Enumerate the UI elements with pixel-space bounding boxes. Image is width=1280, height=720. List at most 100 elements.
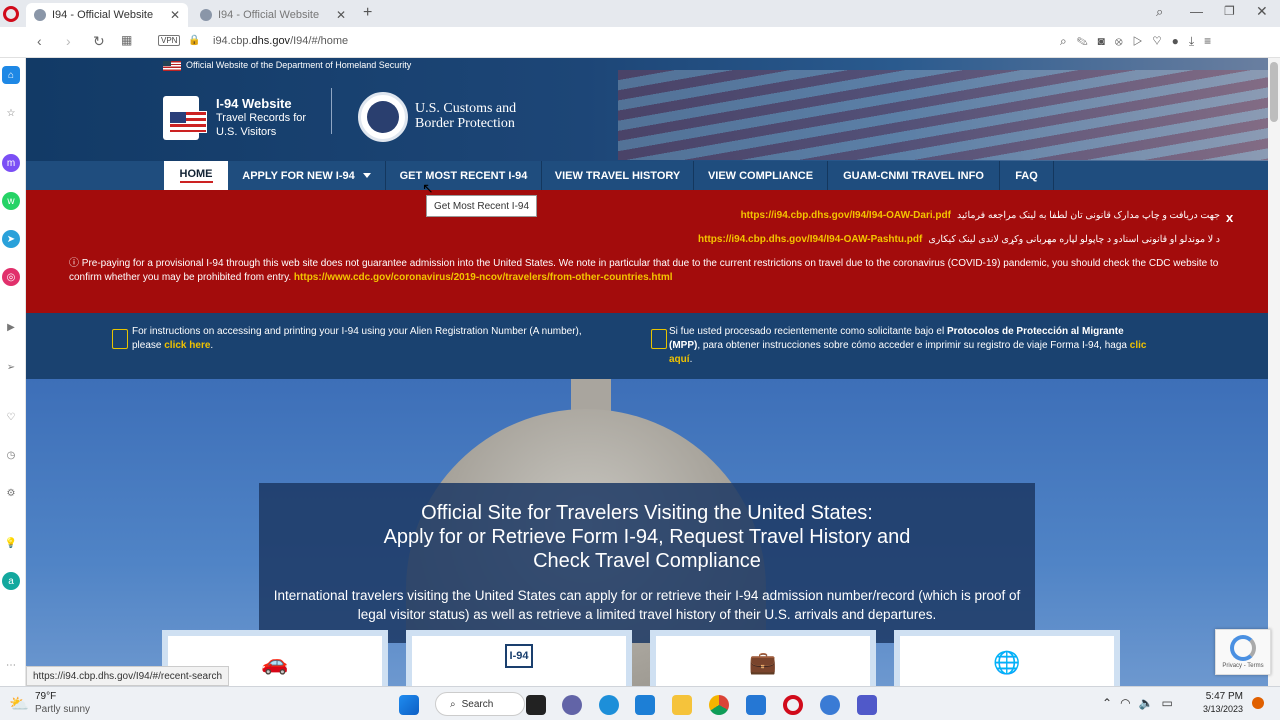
notification-badge-icon[interactable] <box>1252 697 1264 709</box>
page-scrollbar[interactable] <box>1268 58 1280 686</box>
block-icon[interactable]: ⊗ <box>1115 34 1133 48</box>
home-icon[interactable]: ⌂ <box>2 66 20 84</box>
pashtu-pdf-link[interactable]: https://i94.cbp.dhs.gov/I94/I94-OAW-Pash… <box>698 234 922 245</box>
settings-icon[interactable]: ⚙ <box>2 484 20 502</box>
volume-icon[interactable]: 🔈 <box>1139 696 1162 710</box>
store-icon[interactable] <box>635 695 655 715</box>
nav-guam-cnmi[interactable]: GUAM-CNMI TRAVEL INFO <box>828 161 1000 190</box>
close-window-button[interactable]: ✕ <box>1256 3 1268 20</box>
weather-icon[interactable]: ⛅ <box>9 694 29 714</box>
new-tab-button[interactable]: + <box>363 4 372 22</box>
tab-title: I94 - Official Website <box>218 9 320 21</box>
telegram-icon[interactable]: ➤ <box>2 230 20 248</box>
close-alert-button[interactable]: x <box>1226 210 1233 225</box>
card-apply-i94[interactable]: I-94 <box>406 630 632 686</box>
browser-tab[interactable]: I94 - Official Website ✕ <box>192 3 354 27</box>
minimize-button[interactable]: — <box>1190 4 1203 19</box>
taskbar-search[interactable]: ⌕ Search <box>435 692 525 716</box>
search-icon[interactable]: ⌕ <box>1060 34 1077 48</box>
profile-icon[interactable]: ● <box>1172 34 1189 48</box>
browser-tab-active[interactable]: I94 - Official Website ✕ <box>26 3 188 27</box>
chevron-up-icon[interactable]: ⌃ <box>1102 696 1120 710</box>
nav-get-most-recent-i94[interactable]: GET MOST RECENT I-94 <box>386 161 542 190</box>
toolbar-icons: ⌕✎◙⊗▷♡●⤓≡ <box>1060 34 1221 49</box>
player-icon[interactable]: ▶ <box>2 318 20 336</box>
card-travel-history[interactable]: 💼 <box>650 630 876 686</box>
site-header: Official Website of the Department of Ho… <box>26 58 1268 161</box>
aria-icon[interactable]: a <box>2 572 20 590</box>
opera-taskbar-icon[interactable] <box>783 695 803 715</box>
teams-chat-icon[interactable] <box>562 695 582 715</box>
vpn-badge[interactable]: VPN <box>158 35 181 46</box>
nav-apply-new-i94[interactable]: APPLY FOR NEW I-94 <box>228 161 386 190</box>
speed-dial-icon[interactable]: ☆ <box>2 104 20 122</box>
heart-icon[interactable]: ♡ <box>2 408 20 426</box>
instructions-bar: For instructions on accessing and printi… <box>26 313 1268 379</box>
logo-divider <box>331 88 332 134</box>
back-button[interactable]: ‹ <box>37 33 42 49</box>
whatsapp-icon[interactable]: w <box>2 192 20 210</box>
tab-grid-icon[interactable]: ▦ <box>121 33 132 47</box>
clock-time[interactable]: 5:47 PM <box>1195 691 1243 702</box>
dari-pdf-link[interactable]: https://i94.cbp.dhs.gov/I94/I94-OAW-Dari… <box>741 210 951 221</box>
opera-logo-icon[interactable] <box>3 6 19 22</box>
close-tab-icon[interactable]: ✕ <box>170 8 180 22</box>
site-favicon-icon <box>200 9 212 21</box>
file-explorer-icon[interactable] <box>672 695 692 715</box>
more-icon[interactable]: ⋯ <box>2 656 20 674</box>
scrollbar-thumb[interactable] <box>1270 62 1278 122</box>
weather-temp[interactable]: 79°F <box>35 691 56 702</box>
weather-desc: Partly sunny <box>35 704 91 715</box>
agency-name: Border Protection <box>415 116 515 131</box>
pdf-icon <box>651 329 667 349</box>
clock-date[interactable]: 3/13/2023 <box>1190 704 1243 714</box>
url-field[interactable]: i94.cbp.dhs.gov/I94/#/home <box>213 35 348 47</box>
recaptcha-links[interactable]: Privacy - Terms <box>1216 663 1270 669</box>
website-viewport: Official Website of the Department of Ho… <box>26 58 1268 686</box>
battery-icon[interactable]: ▭ <box>1162 696 1181 710</box>
teams-icon[interactable] <box>857 695 877 715</box>
hero-title: Official Site for Travelers Visiting the… <box>383 502 911 572</box>
menu-icon[interactable]: ≡ <box>1204 34 1221 48</box>
windows-start-icon[interactable] <box>399 695 419 715</box>
instagram-icon[interactable]: ◎ <box>2 268 20 286</box>
download-icon[interactable]: ⤓ <box>1189 34 1204 48</box>
mail-icon[interactable] <box>746 695 766 715</box>
browser-icon[interactable] <box>820 695 840 715</box>
card-guam-cnmi[interactable]: 🌐 <box>894 630 1120 686</box>
click-here-link[interactable]: click here <box>164 340 210 351</box>
messenger-icon[interactable]: m <box>2 154 20 172</box>
hero-text-box: Official Site for Travelers Visiting the… <box>259 483 1035 643</box>
wifi-icon[interactable]: ◠ <box>1120 696 1138 710</box>
close-tab-icon[interactable]: ✕ <box>336 8 346 22</box>
task-view-icon[interactable] <box>526 695 546 715</box>
send-icon[interactable]: ➢ <box>2 358 20 376</box>
history-icon[interactable]: ◷ <box>2 446 20 464</box>
chrome-icon[interactable] <box>709 695 729 715</box>
camera-icon[interactable]: ◙ <box>1098 34 1115 48</box>
instructions-es: Si fue usted procesado recientemente com… <box>669 326 1147 365</box>
us-flag-icon <box>163 61 181 71</box>
edge-icon[interactable] <box>599 695 619 715</box>
cdc-link[interactable]: https://www.cdc.gov/coronavirus/2019-nco… <box>294 272 673 283</box>
maximize-button[interactable]: ❐ <box>1224 4 1235 18</box>
dari-text: جهت دریافت و چاپ مدارک قانونی تان لطفا ب… <box>956 210 1220 221</box>
recaptcha-badge[interactable]: Privacy - Terms <box>1215 629 1271 675</box>
chevron-down-icon <box>362 173 371 178</box>
pdf-icon <box>112 329 128 349</box>
heart-icon[interactable]: ♡ <box>1152 34 1171 48</box>
lightbulb-icon[interactable]: 💡 <box>2 534 20 552</box>
logo-title[interactable]: I-94 Website <box>216 96 292 111</box>
nav-faq[interactable]: FAQ <box>1000 161 1054 190</box>
tab-search-icon[interactable]: ⌕ <box>1156 4 1163 20</box>
i94-form-icon: I-94 <box>412 644 626 668</box>
nav-home[interactable]: HOME <box>164 161 228 190</box>
dhs-seal-icon[interactable] <box>358 92 408 142</box>
nav-view-compliance[interactable]: VIEW COMPLIANCE <box>694 161 828 190</box>
forward-button[interactable]: › <box>66 33 71 49</box>
pashtu-line: https://i94.cbp.dhs.gov/I94/I94-OAW-Pash… <box>698 234 1220 245</box>
reload-button[interactable]: ↻ <box>93 33 105 50</box>
nav-view-travel-history[interactable]: VIEW TRAVEL HISTORY <box>542 161 694 190</box>
edit-icon[interactable]: ✎ <box>1077 34 1098 48</box>
send-icon[interactable]: ▷ <box>1133 34 1153 48</box>
